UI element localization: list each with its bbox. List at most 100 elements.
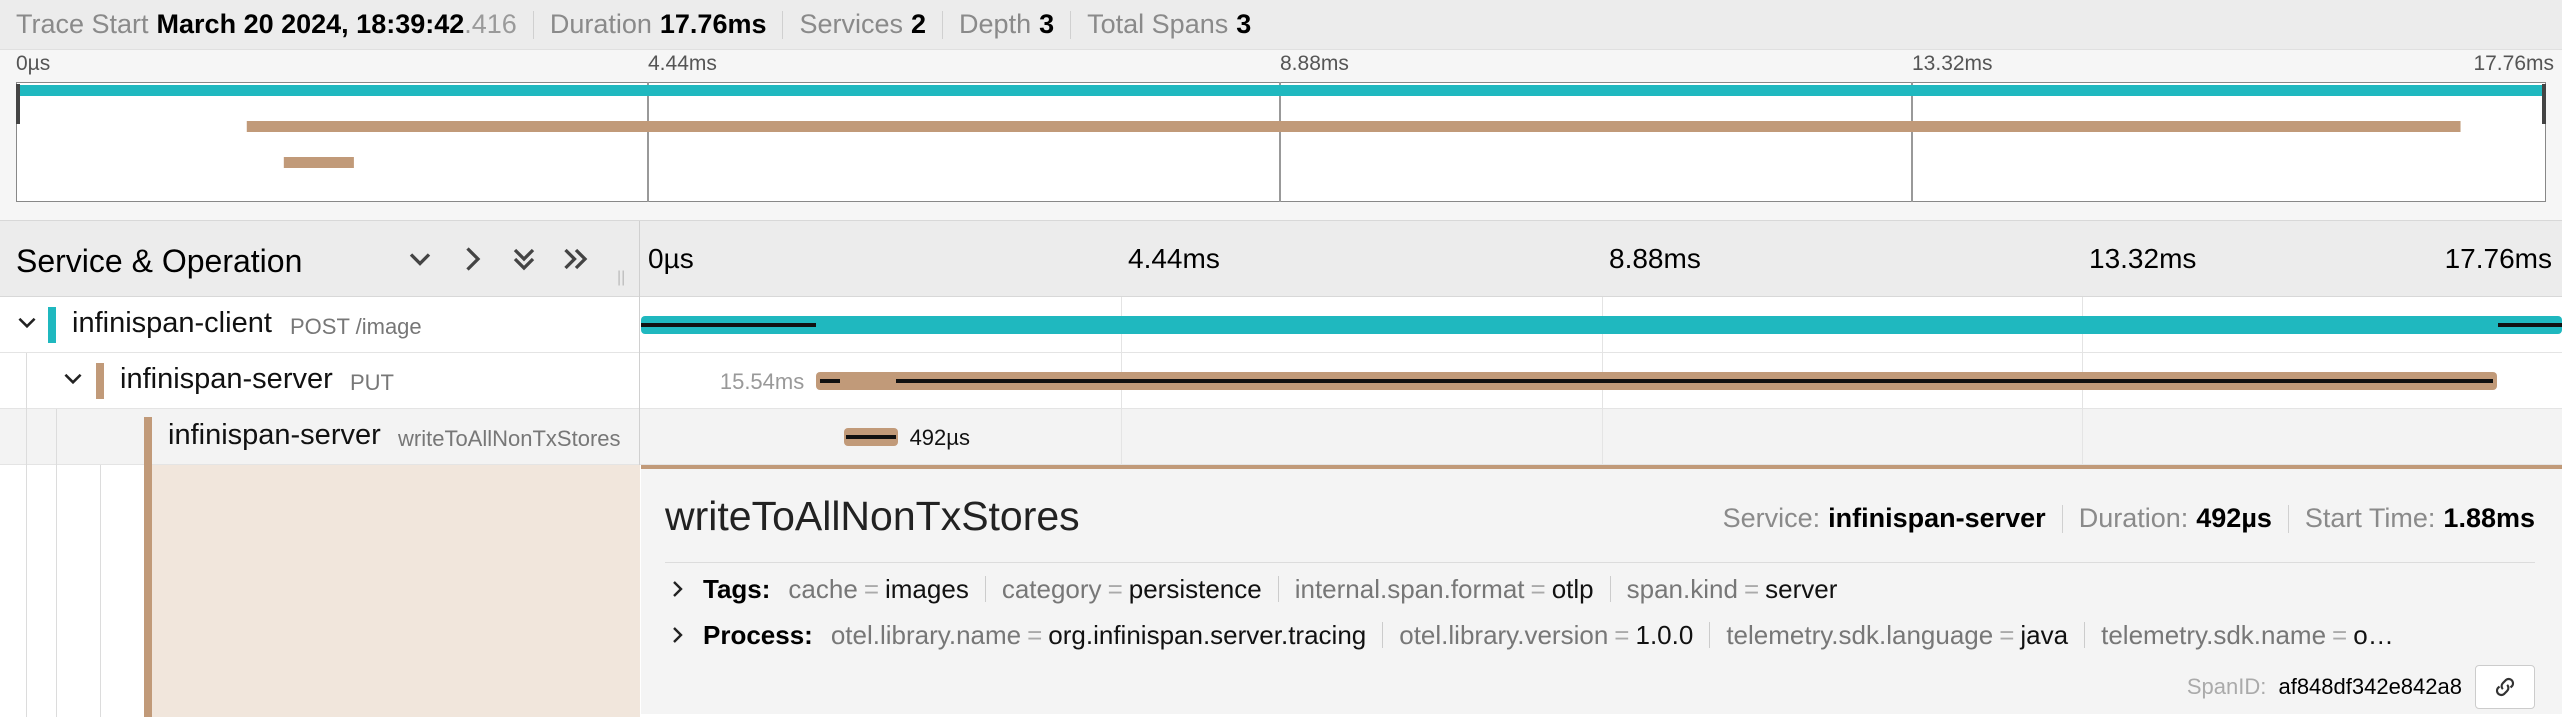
total-spans-label: Total Spans	[1087, 9, 1229, 39]
service-operation-header: Service & Operation ||	[0, 221, 640, 297]
span-name-cell[interactable]: infinispan-server writeToAllNonTxStores	[0, 409, 640, 465]
trace-start: Trace Start March 20 2024, 18:39:42.416	[16, 9, 517, 40]
total-spans-value: 3	[1236, 9, 1252, 39]
span-row[interactable]: infinispan-server writeToAllNonTxStores …	[0, 409, 2562, 465]
span-id: SpanID: af848df342e842a8	[2187, 674, 2462, 700]
minimap-span-bar	[16, 85, 2546, 96]
span-detail-title: writeToAllNonTxStores	[665, 493, 1080, 539]
minimap-tick: 13.32ms	[1912, 52, 1993, 75]
header-divider	[942, 10, 944, 39]
trace-minimap[interactable]: 0µs 4.44ms 8.88ms 13.32ms 17.76ms	[0, 50, 2562, 220]
duration-value: 17.76ms	[659, 9, 767, 39]
span-detail-row: writeToAllNonTxStores Service: infinispa…	[0, 465, 2562, 717]
span-duration-label: 492µs	[909, 425, 970, 450]
chevron-right-icon[interactable]	[665, 623, 689, 647]
service-color-bar	[48, 307, 56, 343]
service-color-bar	[144, 465, 152, 717]
span-detail-panel: writeToAllNonTxStores Service: infinispa…	[641, 465, 2562, 714]
tag-key: cache	[788, 573, 858, 604]
detail-duration-value: 492µs	[2196, 503, 2272, 533]
span-row[interactable]: infinispan-client POST /image	[0, 297, 2562, 353]
trace-start-ms: .416	[464, 9, 517, 39]
trace-duration: Duration 17.76ms	[550, 9, 767, 40]
chevron-right-icon[interactable]	[665, 577, 689, 601]
trace-depth: Depth 3	[959, 9, 1054, 40]
minimap-graph	[16, 82, 2546, 202]
minimap-tick: 4.44ms	[648, 52, 717, 75]
column-resize-handle[interactable]: ||	[617, 269, 625, 287]
expand-all-button[interactable]	[558, 241, 594, 277]
timeline-tick: 0µs	[648, 243, 694, 274]
span-detail-meta: Service: infinispan-server Duration: 492…	[1723, 503, 2535, 534]
tags-label: Tags:	[703, 573, 771, 604]
chevrons-right-icon	[564, 248, 588, 270]
trace-services: Services 2	[799, 9, 926, 40]
span-duration-label: 15.54ms	[719, 369, 805, 394]
span-name-cell[interactable]: infinispan-client POST /image	[0, 297, 640, 353]
tag-key: span.kind	[1626, 573, 1738, 604]
process-key: otel.library.name	[830, 619, 1022, 650]
service-color-bar	[144, 417, 152, 465]
process-value: o…	[2353, 619, 2394, 650]
depth-value: 3	[1039, 9, 1055, 39]
services-label: Services	[799, 9, 904, 39]
span-bar-cell[interactable]: 492µs	[641, 409, 2562, 465]
chevron-down-icon	[409, 253, 431, 266]
span-id-label: SpanID:	[2186, 674, 2267, 699]
header-divider	[782, 10, 784, 39]
process-value: org.infinispan.server.tracing	[1048, 619, 1367, 650]
chevrons-down-icon	[513, 248, 535, 271]
span-bar-cell[interactable]: 15.54ms	[641, 353, 2562, 409]
span-bar-cell[interactable]	[641, 297, 2562, 353]
timeline-tick: 17.76ms	[2444, 243, 2552, 274]
tag-key: internal.span.format	[1294, 573, 1525, 604]
detail-service-value: infinispan-server	[1828, 503, 2046, 533]
chevron-down-icon[interactable]	[14, 309, 40, 335]
process-key: telemetry.sdk.language	[1726, 619, 1994, 650]
span-operation-name: writeToAllNonTxStores	[398, 426, 621, 451]
span-row[interactable]: infinispan-server PUT 15.54ms	[0, 353, 2562, 409]
detail-start-value: 1.88ms	[2443, 503, 2535, 533]
timeline-tick: 13.32ms	[2089, 243, 2197, 274]
trace-total-spans: Total Spans 3	[1087, 9, 1251, 40]
timeline-tick: 4.44ms	[1128, 243, 1220, 274]
services-value: 2	[911, 9, 927, 39]
span-id-value: af848df342e842a8	[2278, 674, 2462, 699]
collapse-one-button[interactable]	[402, 241, 438, 277]
tag-value: images	[885, 573, 969, 604]
detail-start-label: Start Time:	[2304, 503, 2436, 533]
depth-label: Depth	[959, 9, 1032, 39]
minimap-tick: 8.88ms	[1280, 52, 1349, 75]
span-service-name: infinispan-server	[168, 419, 381, 451]
chevron-down-icon[interactable]	[60, 365, 86, 391]
trace-timeline: Service & Operation || 0µs 4.44ms 8.88ms…	[0, 220, 2562, 717]
duration-label: Duration	[549, 9, 652, 39]
header-divider	[1070, 10, 1072, 39]
header-divider	[532, 10, 534, 39]
trace-header: Trace Start March 20 2024, 18:39:42.416 …	[0, 0, 2562, 50]
expand-one-button[interactable]	[454, 241, 490, 277]
minimap-tick: 0µs	[16, 52, 51, 75]
trace-start-label: Trace Start	[16, 9, 149, 39]
chevron-right-icon	[466, 247, 481, 271]
copy-link-button[interactable]	[2475, 665, 2535, 709]
collapse-all-button[interactable]	[506, 241, 542, 277]
span-operation-name: POST /image	[290, 314, 422, 339]
service-color-bar	[96, 363, 104, 399]
span-bar[interactable]	[641, 316, 2562, 334]
detail-duration-label: Duration:	[2078, 503, 2189, 533]
tag-value: server	[1765, 573, 1838, 604]
process-section[interactable]: Process: otel.library.name = org.infinispa…	[665, 619, 2535, 651]
span-service-name: infinispan-server	[120, 363, 333, 395]
span-detail-gutter	[0, 465, 640, 717]
process-label: Process:	[703, 619, 813, 650]
tag-value: persistence	[1128, 573, 1262, 604]
span-name-cell[interactable]: infinispan-server PUT	[0, 353, 640, 409]
process-value: java	[2020, 619, 2069, 650]
minimap-span-bar	[283, 157, 354, 168]
critical-path-line	[820, 379, 841, 383]
tags-section[interactable]: Tags: cache = images category = persistence …	[665, 573, 2535, 605]
link-icon	[2495, 677, 2515, 697]
timeline-header: Service & Operation || 0µs 4.44ms 8.88ms…	[0, 221, 2562, 297]
minimap-span-bar	[246, 121, 2461, 132]
